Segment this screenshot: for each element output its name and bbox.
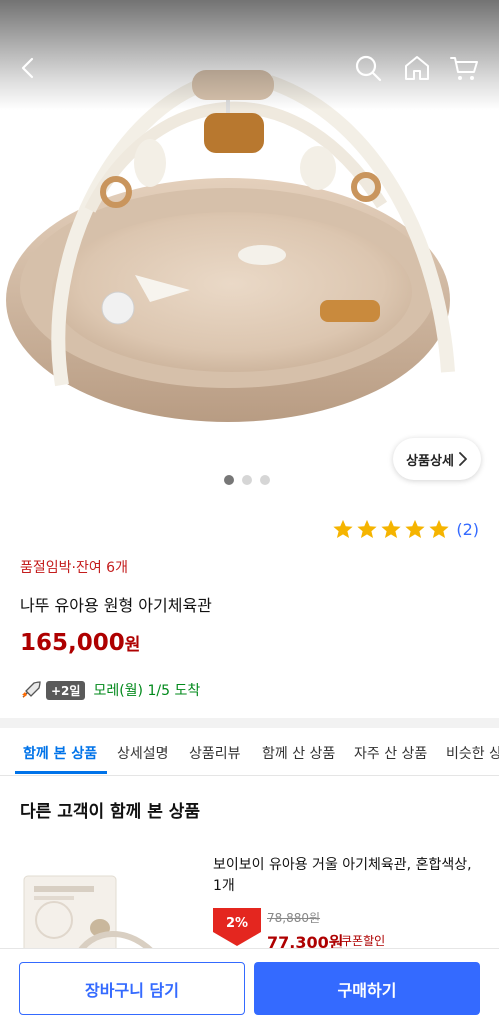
tab-similar[interactable]: 비슷한 상 bbox=[446, 743, 499, 763]
tab-bought-together[interactable]: 함께 산 상품 bbox=[262, 743, 335, 763]
star-icon bbox=[357, 519, 377, 538]
pagination-dot-active[interactable] bbox=[224, 475, 234, 485]
product-title: 나뚜 유아용 원형 아기체육관 bbox=[20, 596, 212, 615]
cart-icon bbox=[450, 57, 478, 80]
tab-description[interactable]: 상세설명 bbox=[117, 743, 169, 763]
search-icon bbox=[355, 55, 382, 82]
discount-badge: 2% bbox=[213, 908, 261, 946]
home-icon bbox=[405, 56, 429, 80]
add-to-cart-button[interactable]: 장바구니 담기 bbox=[19, 962, 245, 1015]
product-price: 165,000원 bbox=[20, 630, 140, 656]
chevron-right-icon bbox=[459, 452, 467, 466]
pagination-dot[interactable] bbox=[242, 475, 252, 485]
related-product-photo bbox=[23, 875, 161, 958]
section-divider bbox=[0, 718, 499, 728]
tab-reviews[interactable]: 상품리뷰 bbox=[189, 743, 241, 763]
stock-notice: 품절임박·잔여 6개 bbox=[20, 560, 128, 576]
back-arrow-icon bbox=[21, 57, 34, 79]
price-unit: 원 bbox=[124, 635, 141, 655]
bottom-action-bar: 장바구니 담기 구매하기 bbox=[0, 948, 499, 1024]
star-icon bbox=[381, 519, 401, 538]
section-title: 다른 고객이 함께 본 상품 bbox=[20, 802, 201, 822]
top-navigation-bar bbox=[0, 40, 499, 96]
active-tab-indicator bbox=[15, 771, 107, 774]
star-icon bbox=[333, 519, 353, 538]
delivery-info: +2일 모레(월) 1/5 도착 bbox=[20, 680, 200, 700]
review-count-link[interactable]: (2) bbox=[456, 520, 479, 539]
related-product-image[interactable] bbox=[20, 858, 168, 958]
back-button[interactable] bbox=[8, 48, 48, 88]
product-tabs: 함께 본 상품 상세설명 상품리뷰 함께 산 상품 자주 산 상품 비슷한 상 bbox=[0, 728, 499, 776]
related-product-name[interactable]: 보이보이 유아용 거울 아기체육관, 혼합색상, 1개 bbox=[213, 855, 483, 897]
pagination-dot[interactable] bbox=[260, 475, 270, 485]
price-amount: 165,000 bbox=[20, 630, 125, 656]
discount-rate: 2% bbox=[225, 916, 249, 931]
tab-frequently-bought[interactable]: 자주 산 상품 bbox=[354, 743, 427, 763]
home-button[interactable] bbox=[397, 48, 437, 88]
delivery-date: 모레(월) 1/5 도착 bbox=[93, 683, 201, 699]
search-button[interactable] bbox=[348, 48, 388, 88]
rocket-delivery-icon bbox=[22, 681, 41, 698]
star-icon bbox=[405, 519, 425, 538]
original-price: 78,880원 bbox=[267, 911, 321, 925]
coupon-label: 쿠폰할인 bbox=[341, 934, 386, 948]
delivery-days-badge: +2일 bbox=[46, 680, 86, 700]
cart-button[interactable] bbox=[444, 48, 484, 88]
buy-now-button[interactable]: 구매하기 bbox=[254, 962, 480, 1015]
product-detail-label: 상품상세 bbox=[406, 453, 454, 469]
star-icon bbox=[429, 519, 449, 538]
rating-summary[interactable]: (2) bbox=[332, 518, 479, 540]
product-detail-button[interactable]: 상품상세 bbox=[393, 438, 481, 480]
gallery-pagination bbox=[224, 475, 270, 485]
tab-viewed-together[interactable]: 함께 본 상품 bbox=[23, 743, 97, 763]
